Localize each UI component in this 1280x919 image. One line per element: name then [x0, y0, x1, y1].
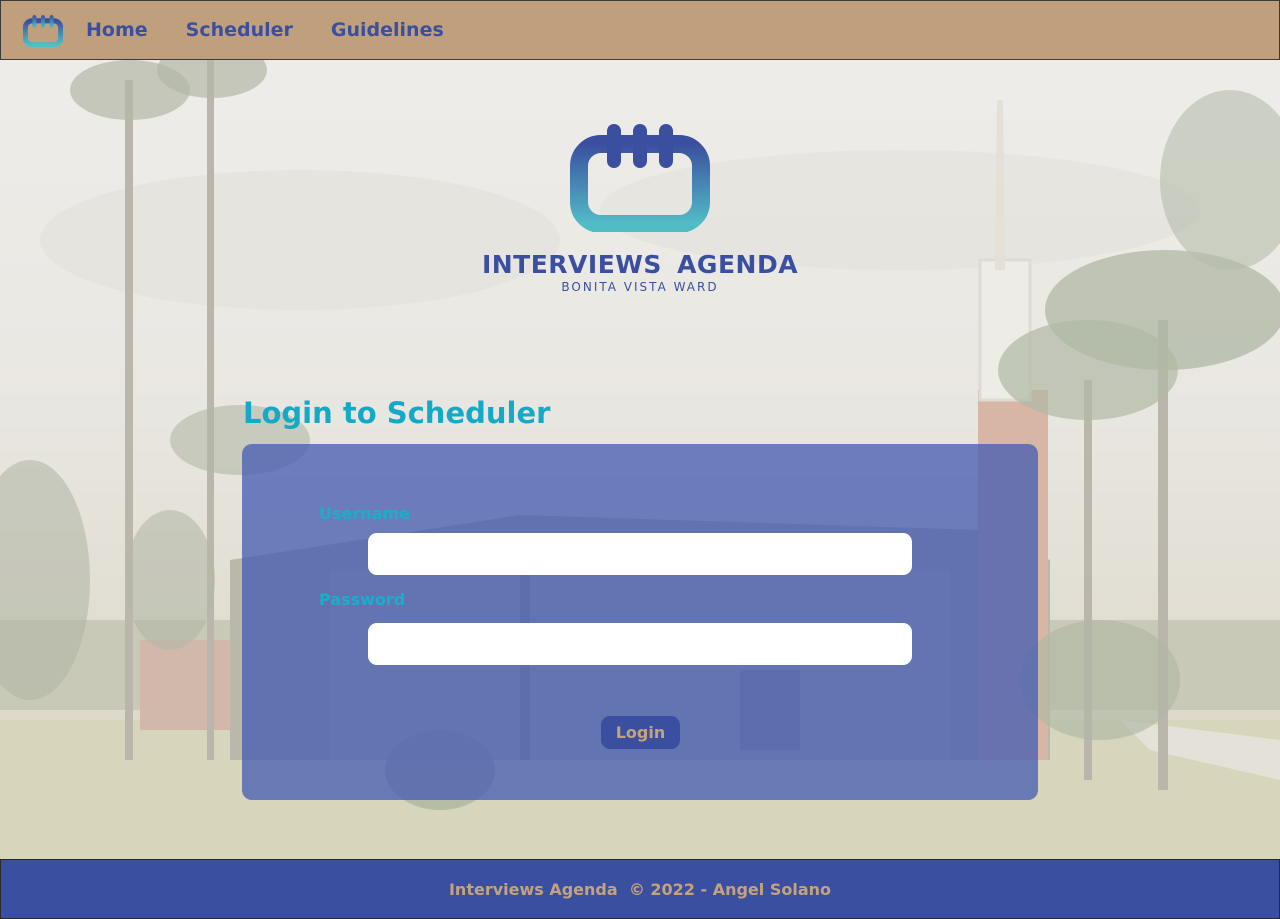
login-button[interactable]: Login [601, 716, 680, 749]
app-subtitle: BONITA VISTA WARD [561, 280, 719, 294]
nav-link-guidelines[interactable]: Guidelines [331, 19, 444, 41]
hero-logo: INTERVIEWS AGENDA BONITA VISTA WARD [480, 120, 800, 310]
app-title: INTERVIEWS AGENDA [481, 250, 799, 279]
nav-link-scheduler[interactable]: Scheduler [186, 19, 293, 41]
footer: Interviews Agenda © 2022 - Angel Solano [0, 859, 1280, 919]
top-navbar: Home Scheduler Guidelines [0, 0, 1280, 60]
username-input[interactable] [368, 533, 912, 575]
calendar-logo-icon[interactable] [23, 13, 63, 47]
password-label: Password [319, 590, 406, 609]
username-label: Username [319, 504, 410, 523]
login-heading: Login to Scheduler [243, 396, 551, 430]
calendar-logo-icon [570, 124, 710, 232]
footer-copyright: Interviews Agenda © 2022 - Angel Solano [448, 879, 832, 899]
password-input[interactable] [368, 623, 912, 665]
login-form: Username Password Login [242, 444, 1038, 800]
nav-link-home[interactable]: Home [86, 19, 148, 41]
